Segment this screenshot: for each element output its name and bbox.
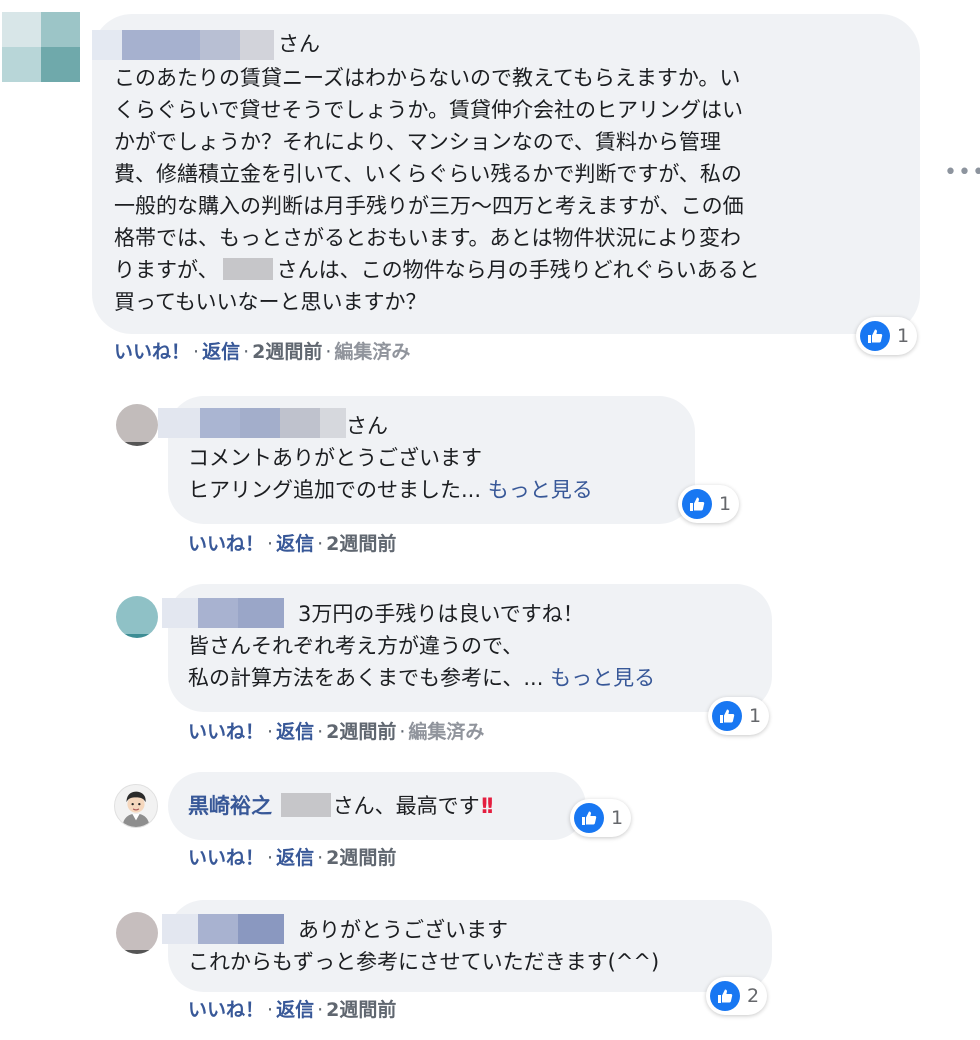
author-name-link[interactable]: 黒崎裕之 (188, 794, 272, 818)
like-link[interactable]: いいね！ (188, 721, 264, 743)
ellipsis-icon[interactable]: ••• (944, 160, 980, 185)
reply-link[interactable]: 返信 (276, 999, 314, 1021)
comment-text-line: これからもずっと参考にさせていただきます(^^) (188, 950, 660, 974)
avatar-face-icon (122, 791, 150, 827)
redacted-author-name[interactable] (92, 30, 274, 60)
author-suffix: さん (278, 32, 320, 56)
comment-text-line: 3万円の手残りは良いですね！ (298, 602, 584, 626)
comment-text-line: 皆さんそれぞれ考え方が違うので、 (188, 634, 524, 658)
thumbs-up-icon (710, 981, 740, 1011)
like-link[interactable]: いいね！ (188, 847, 264, 869)
comment-bubble: ありがとうございます これからもずっと参考にさせていただきます(^^) (162, 900, 772, 992)
reaction-count[interactable]: 1 (570, 799, 632, 837)
redacted-name (280, 793, 331, 817)
like-link[interactable]: いいね！ (114, 341, 190, 363)
like-link[interactable]: いいね！ (188, 999, 264, 1021)
reaction-count[interactable]: 1 (708, 697, 770, 735)
comment-text-line: 格帯では、もっとさがるとおもいます。あとは物件状況により変わ (114, 226, 742, 250)
reply-link[interactable]: 返信 (202, 341, 240, 363)
reaction-number: 1 (611, 807, 624, 829)
comment-text-line: このあたりの賃貸ニーズはわからないので教えてもらえますか。い (114, 66, 741, 90)
avatar[interactable] (116, 404, 158, 446)
comment-actions: いいね！ · 返信 · 2週間前 · 編集済み (114, 341, 411, 363)
redacted-author-name[interactable] (158, 408, 346, 438)
comment-text: さん、最高です (332, 794, 480, 818)
thumbs-up-icon (682, 489, 712, 519)
comment-text-line: 費、修繕積立金を引いて、いくらぐらい残るかで判断ですが、私の (114, 162, 742, 186)
see-more-link[interactable]: もっと見る (550, 666, 655, 690)
comment-text-line: りますが、 さんは、この物件なら月の手残りどれぐらいあると (114, 258, 760, 282)
redacted-name (222, 258, 273, 280)
comment-text-line: 一般的な購入の判断は月手残りが三万〜四万と考えますが、この価 (114, 194, 744, 218)
avatar[interactable] (116, 912, 158, 954)
timestamp[interactable]: 2週間前 (326, 533, 396, 555)
avatar[interactable] (116, 596, 158, 638)
timestamp[interactable]: 2週間前 (326, 847, 396, 869)
reply-link[interactable]: 返信 (276, 847, 314, 869)
comment-text-line: 私の計算方法をあくまでも参考に、... もっと見る (188, 666, 656, 690)
reaction-number: 1 (749, 705, 762, 727)
timestamp[interactable]: 2週間前 (326, 721, 396, 743)
comment-actions: いいね！ · 返信 · 2週間前 · 編集済み (188, 721, 485, 743)
double-exclamation-emoji: !! (479, 794, 495, 818)
comment-actions: いいね！ · 返信 · 2週間前 (188, 999, 397, 1021)
comment-text-line: コメントありがとうございます (188, 446, 482, 470)
timestamp[interactable]: 2週間前 (252, 341, 322, 363)
reaction-count[interactable]: 1 (678, 485, 740, 523)
comment-text-line: ヒアリング追加でのせました... もっと見る (188, 478, 593, 502)
thumbs-up-icon (712, 701, 742, 731)
avatar[interactable] (2, 12, 80, 82)
comment-bubble: さん コメントありがとうございます ヒアリング追加でのせました... もっと見る (158, 396, 695, 524)
reply-link[interactable]: 返信 (276, 533, 314, 555)
reaction-count[interactable]: 2 (706, 977, 768, 1015)
comment-bubble: 3万円の手残りは良いですね！ 皆さんそれぞれ考え方が違うので、 私の計算方法をあ… (162, 584, 772, 712)
comment-actions: いいね！ · 返信 · 2週間前 (188, 533, 397, 555)
reaction-number: 1 (897, 325, 910, 347)
like-link[interactable]: いいね！ (188, 533, 264, 555)
thumbs-up-icon (574, 803, 604, 833)
thumbs-up-icon (860, 321, 890, 351)
comment-text-line: ありがとうございます (298, 918, 508, 942)
comment-actions: いいね！ · 返信 · 2週間前 (188, 847, 397, 869)
comment-text-line: 買ってもいいなーと思いますか？ (114, 290, 427, 314)
edited-label[interactable]: 編集済み (334, 341, 410, 363)
comment-bubble: さん このあたりの賃貸ニーズはわからないので教えてもらえますか。い くらぐらいで… (92, 14, 920, 334)
author-suffix: さん (346, 414, 388, 438)
edited-label[interactable]: 編集済み (408, 721, 484, 743)
reply-link[interactable]: 返信 (276, 721, 314, 743)
comment-text-line: くらぐらいで貸せそうでしょうか。賃貸仲介会社のヒアリングはい (114, 98, 743, 122)
reaction-number: 1 (719, 493, 732, 515)
timestamp[interactable]: 2週間前 (326, 999, 396, 1021)
comment-bubble: 黒崎裕之 さん、最高です!! (168, 772, 586, 840)
avatar[interactable] (114, 784, 158, 828)
reaction-count[interactable]: 1 (856, 317, 918, 355)
see-more-link[interactable]: もっと見る (488, 478, 593, 502)
comment-text-line: かがでしょうか？それにより、マンションなので、賃料から管理 (114, 130, 721, 154)
reaction-number: 2 (747, 985, 760, 1007)
